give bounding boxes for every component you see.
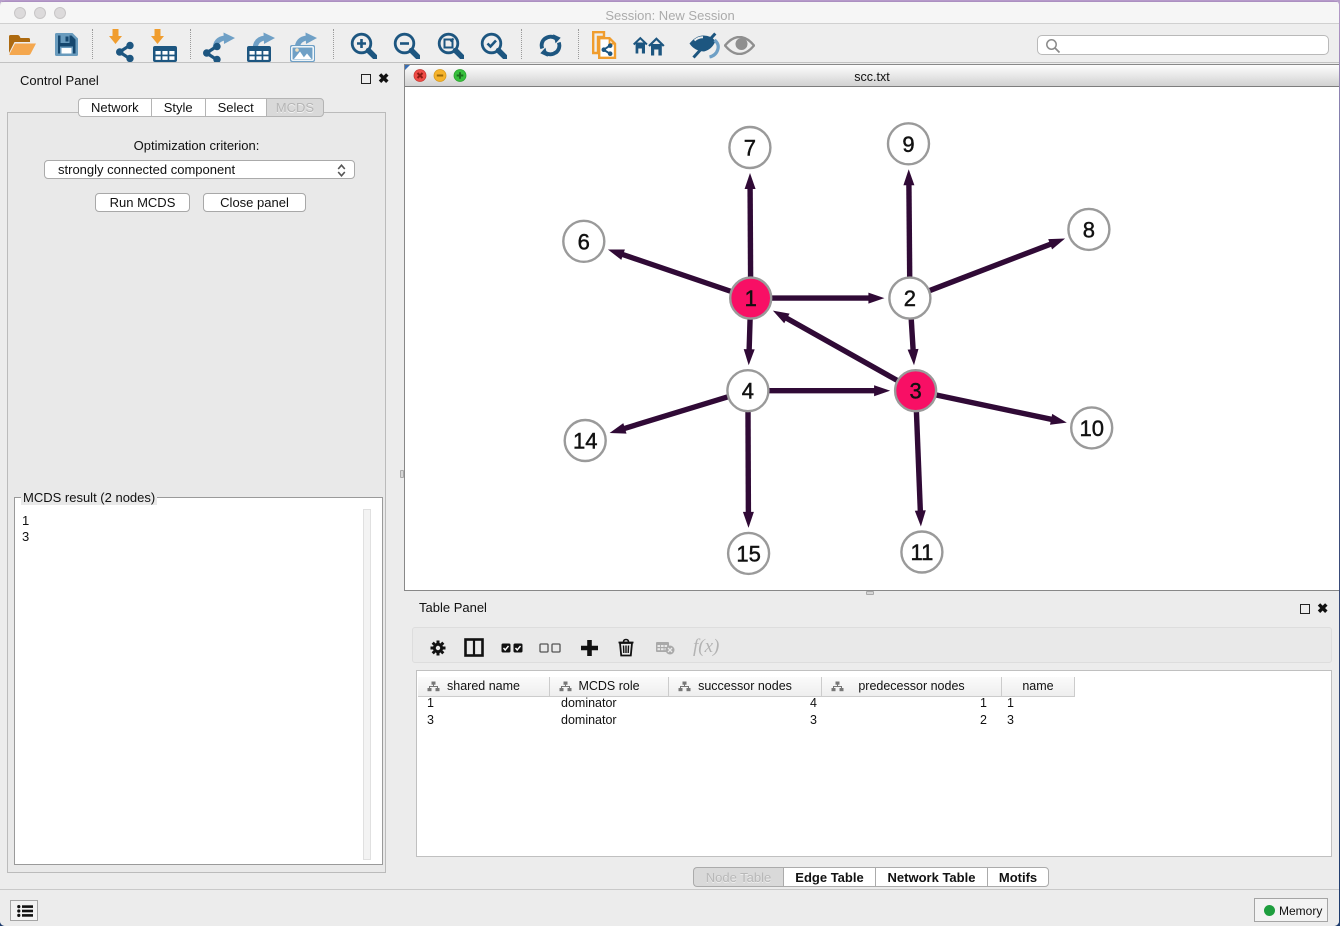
svg-text:3: 3: [909, 379, 921, 404]
svg-text:4: 4: [742, 379, 754, 404]
svg-text:1: 1: [745, 286, 757, 311]
svg-text:15: 15: [736, 541, 760, 566]
svg-text:10: 10: [1079, 416, 1103, 441]
svg-text:2: 2: [904, 286, 916, 311]
svg-text:14: 14: [573, 429, 597, 454]
svg-text:9: 9: [902, 132, 914, 157]
svg-text:7: 7: [744, 136, 756, 161]
svg-text:11: 11: [910, 540, 933, 565]
svg-text:6: 6: [578, 229, 590, 254]
svg-text:8: 8: [1083, 217, 1095, 242]
